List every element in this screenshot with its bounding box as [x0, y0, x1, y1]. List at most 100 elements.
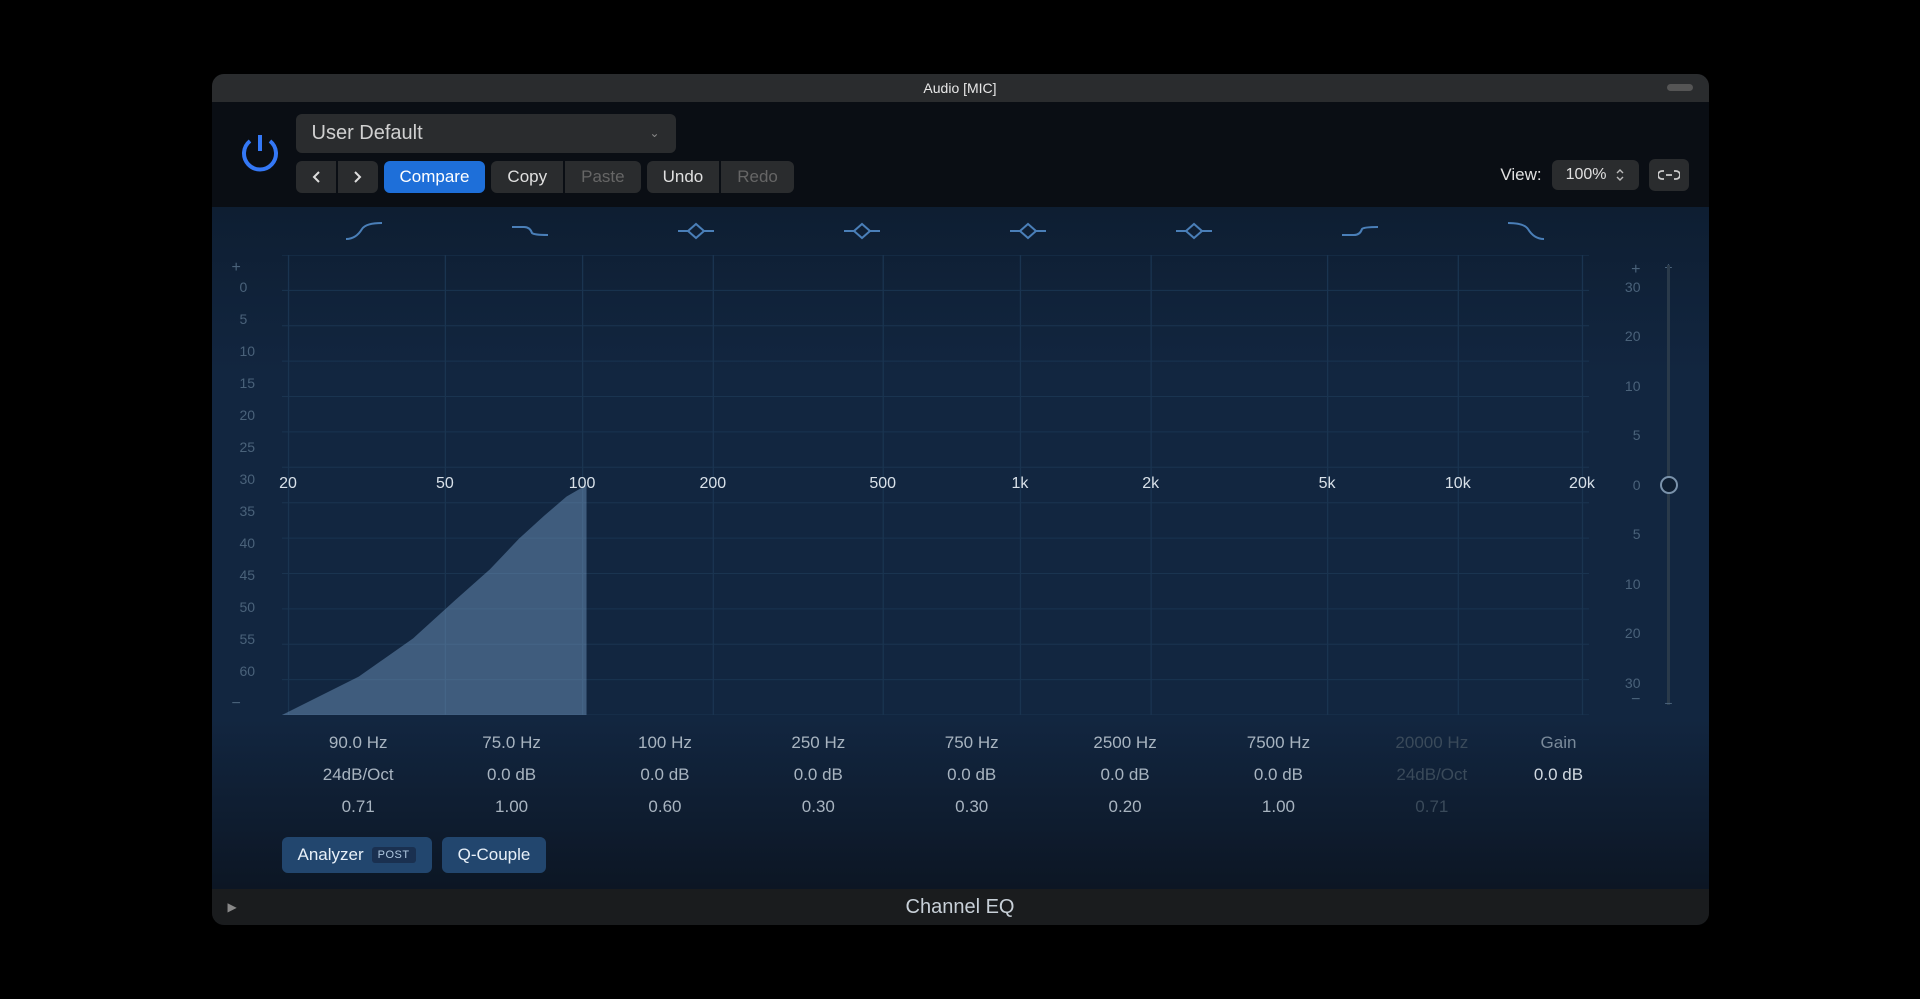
y-left-minus: −	[232, 695, 282, 715]
eq-graph[interactable]: 20501002005001k2k5k10k20k	[282, 255, 1589, 715]
band-2-params[interactable]: 75.0 Hz0.0 dB1.00	[435, 727, 588, 824]
view-label: View:	[1500, 165, 1541, 185]
chevron-down-icon: ⌄	[649, 126, 659, 140]
band-gain: 0.0 dB	[435, 759, 588, 791]
band-4-params[interactable]: 250 Hz0.0 dB0.30	[742, 727, 895, 824]
x-tick: 200	[699, 475, 726, 493]
band-3-bell-icon[interactable]	[613, 221, 779, 241]
band-icons-row	[232, 207, 1689, 255]
band-q: 1.00	[1202, 791, 1355, 823]
band-6-bell-icon[interactable]	[1111, 221, 1277, 241]
window-handle-icon[interactable]	[1667, 84, 1693, 91]
y-left-tick: 60	[232, 663, 282, 695]
x-tick: 10k	[1445, 475, 1471, 493]
y-right-tick: 10	[1589, 576, 1641, 592]
band-q: 0.30	[895, 791, 1048, 823]
toolbar: User Default ⌄ Compare Copy Paste	[212, 102, 1709, 207]
paste-button[interactable]: Paste	[565, 161, 640, 193]
analyzer-mode-badge: POST	[372, 847, 416, 863]
band-q: 0.20	[1048, 791, 1201, 823]
band-1-highpass-icon[interactable]	[282, 221, 448, 241]
band-q: 0.71	[1355, 791, 1508, 823]
x-tick: 500	[869, 475, 896, 493]
plugin-window: Audio [MIC] User Default ⌄	[212, 74, 1709, 926]
band-q: 0.60	[588, 791, 741, 823]
gain-minus-icon: −	[1664, 695, 1672, 711]
q-couple-button[interactable]: Q-Couple	[442, 837, 547, 873]
y-right-tick: 20	[1589, 328, 1641, 344]
band-7-params[interactable]: 7500 Hz0.0 dB1.00	[1202, 727, 1355, 824]
master-gain-slider[interactable]: + −	[1649, 255, 1689, 715]
band-gain: 0.0 dB	[742, 759, 895, 791]
y-left-tick: 15	[232, 375, 282, 407]
band-4-bell-icon[interactable]	[779, 221, 945, 241]
y-right-tick: 10	[1589, 378, 1641, 394]
y-left-tick: 20	[232, 407, 282, 439]
y-right-tick: 5	[1589, 526, 1641, 542]
y-axis-right: + 302010505102030 −	[1589, 255, 1649, 715]
view-zoom-select[interactable]: 100%	[1552, 160, 1639, 190]
power-icon	[236, 129, 284, 177]
gain-label: Gain	[1509, 727, 1609, 759]
band-gain: 0.0 dB	[1202, 759, 1355, 791]
graph-wrap: + 051015202530354045505560 − 20501002005…	[232, 255, 1689, 715]
y-right-tick: 5	[1589, 427, 1641, 443]
master-gain-readout[interactable]: Gain 0.0 dB	[1509, 727, 1609, 824]
band-freq: 2500 Hz	[1048, 727, 1201, 759]
y-right-tick: 30	[1589, 279, 1641, 295]
band-8-params[interactable]: 20000 Hz24dB/Oct0.71	[1355, 727, 1508, 824]
window-title: Audio [MIC]	[923, 80, 996, 96]
band-freq: 7500 Hz	[1202, 727, 1355, 759]
band-q: 1.00	[435, 791, 588, 823]
disclosure-triangle-icon[interactable]: ▶	[228, 900, 237, 914]
band-freq: 75.0 Hz	[435, 727, 588, 759]
chevron-left-icon	[311, 170, 321, 184]
stepper-icon	[1615, 168, 1625, 182]
band-3-params[interactable]: 100 Hz0.0 dB0.60	[588, 727, 741, 824]
y-left-tick: 25	[232, 439, 282, 471]
compare-button[interactable]: Compare	[384, 161, 486, 193]
view-zoom-value: 100%	[1566, 166, 1607, 184]
gain-value: 0.0 dB	[1509, 759, 1609, 791]
copy-button[interactable]: Copy	[491, 161, 563, 193]
band-2-lowshelf-icon[interactable]	[447, 221, 613, 241]
band-gain: 0.0 dB	[895, 759, 1048, 791]
x-tick: 2k	[1142, 475, 1159, 493]
band-freq: 90.0 Hz	[282, 727, 435, 759]
y-left-tick: 50	[232, 599, 282, 631]
next-preset-button[interactable]	[338, 161, 378, 193]
x-tick: 20	[279, 475, 297, 493]
analyzer-label: Analyzer	[298, 845, 364, 865]
x-tick: 5k	[1319, 475, 1336, 493]
band-freq: 250 Hz	[742, 727, 895, 759]
band-5-bell-icon[interactable]	[945, 221, 1111, 241]
power-button[interactable]	[232, 125, 288, 181]
band-6-params[interactable]: 2500 Hz0.0 dB0.20	[1048, 727, 1201, 824]
undo-button[interactable]: Undo	[647, 161, 720, 193]
band-freq: 750 Hz	[895, 727, 1048, 759]
y-right-tick: 20	[1589, 625, 1641, 641]
band-5-params[interactable]: 750 Hz0.0 dB0.30	[895, 727, 1048, 824]
band-7-highshelf-icon[interactable]	[1277, 221, 1443, 241]
y-left-tick: 30	[232, 471, 282, 503]
band-8-lowpass-icon[interactable]	[1443, 221, 1609, 241]
y-right-minus: −	[1589, 691, 1641, 709]
y-left-tick: 10	[232, 343, 282, 375]
prev-preset-button[interactable]	[296, 161, 336, 193]
y-left-tick: 55	[232, 631, 282, 663]
redo-button[interactable]: Redo	[721, 161, 794, 193]
preset-select[interactable]: User Default ⌄	[296, 114, 676, 153]
eq-area: + 051015202530354045505560 − 20501002005…	[212, 207, 1709, 890]
link-button[interactable]	[1649, 159, 1689, 191]
analyzer-button[interactable]: Analyzer POST	[282, 837, 432, 873]
y-left-tick: 45	[232, 567, 282, 599]
eq-graph-svg	[282, 255, 1589, 715]
band-gain: 24dB/Oct	[1355, 759, 1508, 791]
band-1-params[interactable]: 90.0 Hz24dB/Oct0.71	[282, 727, 435, 824]
gain-handle[interactable]	[1660, 476, 1678, 494]
titlebar[interactable]: Audio [MIC]	[212, 74, 1709, 102]
band-gain: 0.0 dB	[588, 759, 741, 791]
y-left-plus: +	[232, 259, 282, 279]
toolbar-buttons: Compare Copy Paste Undo Redo	[296, 161, 1493, 193]
y-left-tick: 0	[232, 279, 282, 311]
